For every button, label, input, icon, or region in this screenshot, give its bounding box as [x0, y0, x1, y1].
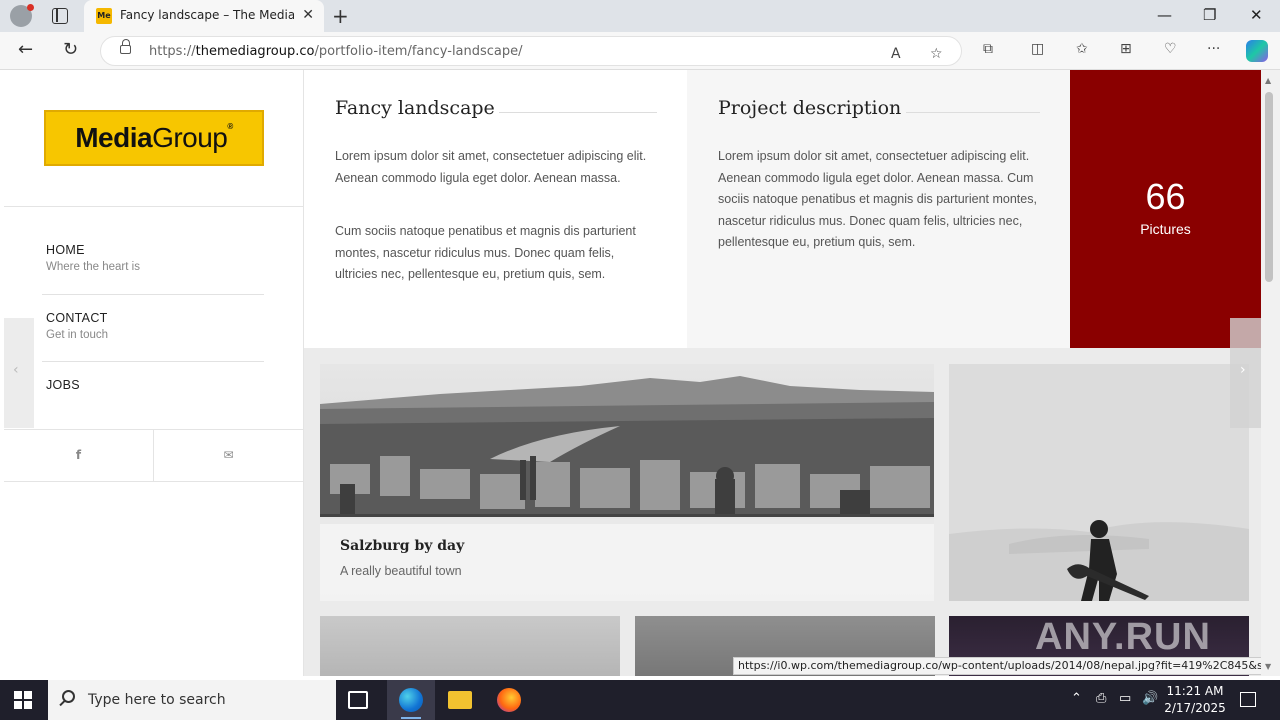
pictures-counter: 66 Pictures [1070, 70, 1261, 348]
url-path: /portfolio-item/fancy-landscape/ [314, 44, 523, 59]
tab-close-icon[interactable]: ✕ [302, 7, 314, 23]
new-tab-plus-icon[interactable]: + [332, 4, 349, 28]
profile-avatar-icon[interactable] [10, 4, 34, 27]
favorites-icon[interactable]: ✩ [1076, 41, 1088, 57]
mail-link[interactable]: ✉ [154, 430, 304, 482]
window-minimize-icon[interactable]: — [1157, 6, 1172, 24]
nav-item-label: JOBS [46, 378, 80, 392]
gallery-item-desert[interactable] [949, 364, 1249, 601]
gallery-caption: Salzburg by day A really beautiful town [320, 517, 934, 601]
gallery-prev-button[interactable]: ‹ [4, 318, 34, 428]
network-icon[interactable]: ▭ [1119, 691, 1131, 706]
desert-guitarist-photo [949, 364, 1249, 601]
search-icon [62, 690, 75, 703]
project-column: Fancy landscape Lorem ipsum dolor sit am… [304, 70, 687, 348]
clock-date: 2/17/2025 [1164, 701, 1226, 715]
sidebar-divider [4, 481, 304, 482]
gallery-item-salzburg[interactable]: Salzburg by day A really beautiful town [320, 364, 934, 601]
taskbar-clock[interactable]: 11:21 AM 2/17/2025 [1160, 683, 1230, 717]
tab-actions-icon[interactable] [52, 8, 68, 24]
file-explorer-icon[interactable] [448, 691, 472, 709]
url-domain: themediagroup.co [195, 44, 315, 59]
nav-item-subtitle: Where the heart is [46, 261, 140, 273]
edge-icon [399, 688, 423, 712]
read-aloud-icon[interactable]: A [891, 46, 901, 62]
volume-icon[interactable]: 🔊 [1142, 691, 1158, 706]
show-hidden-icons-chevron-icon[interactable]: ⌃ [1071, 691, 1082, 706]
scroll-up-icon[interactable]: ▲ [1265, 76, 1271, 85]
sidebar-divider [4, 206, 304, 207]
window-close-icon[interactable]: ✕ [1250, 6, 1263, 24]
page-scrollbar[interactable]: ▲ ▼ [1261, 70, 1280, 676]
gallery-item-thumb[interactable] [320, 616, 620, 676]
split-screen-icon[interactable]: ◫ [1031, 41, 1044, 57]
browser-essentials-icon[interactable]: ♡ [1164, 41, 1177, 57]
gallery-next-button[interactable]: › [1230, 318, 1261, 428]
browser-toolbar: ← ↻ https://themediagroup.co/portfolio-i… [0, 32, 1280, 70]
gallery-item-title: Salzburg by day [340, 538, 465, 554]
edge-taskbar-button[interactable] [387, 680, 435, 720]
nav-item-contact[interactable]: CONTACT Get in touch [46, 311, 266, 341]
firefox-icon[interactable] [497, 688, 521, 712]
site-sidebar: MediaGroup® HOME Where the heart is CONT… [4, 70, 304, 676]
title-rule [906, 112, 1040, 113]
favorite-star-icon[interactable]: ☆ [930, 46, 943, 62]
taskbar-search-input[interactable]: Type here to search [48, 680, 336, 720]
counter-value: 66 [1145, 176, 1186, 217]
logo-text-bold: Media [75, 122, 153, 153]
windows-taskbar: Type here to search ⌃ ⎙ ▭ 🔊 11:21 AM 2/1… [0, 680, 1280, 720]
project-paragraph: Lorem ipsum dolor sit amet, consectetuer… [335, 149, 647, 185]
nav-item-label: CONTACT [46, 311, 108, 325]
scrollbar-thumb[interactable] [1265, 92, 1273, 282]
notifications-icon[interactable] [1240, 692, 1256, 707]
description-title: Project description [718, 97, 902, 119]
refresh-icon[interactable]: ↻ [63, 39, 78, 60]
address-bar-input[interactable]: https://themediagroup.co/portfolio-item/… [100, 36, 962, 66]
facebook-link[interactable]: f [4, 430, 154, 482]
counter-label: Pictures [1140, 221, 1191, 237]
link-status-bar: https://i0.wp.com/themediagroup.co/wp-co… [733, 657, 1273, 675]
description-column: Project description Lorem ipsum dolor si… [687, 70, 1070, 348]
lock-icon[interactable] [120, 39, 131, 54]
project-title: Fancy landscape [335, 97, 495, 119]
url-text: https://themediagroup.co/portfolio-item/… [149, 44, 523, 59]
collections-icon[interactable]: ⊞ [1120, 41, 1132, 57]
mail-icon: ✉ [223, 448, 234, 462]
chevron-right-icon: › [1240, 362, 1246, 378]
task-view-icon[interactable] [348, 691, 368, 709]
logo-trademark: ® [227, 122, 233, 131]
logo-text-light: Group [152, 122, 228, 153]
browser-tab-bar: Me Fancy landscape – The Media Gro ✕ + —… [0, 0, 1280, 32]
nav-item-jobs[interactable]: JOBS [46, 378, 266, 392]
nav-item-home[interactable]: HOME Where the heart is [46, 243, 266, 273]
facebook-icon: f [75, 448, 82, 462]
mediagroup-logo[interactable]: MediaGroup® [44, 110, 264, 166]
back-arrow-icon[interactable]: ← [18, 39, 33, 60]
url-protocol: https:// [149, 44, 196, 59]
anyrun-watermark: ANY.RUN [1035, 616, 1211, 658]
logo-wordmark: MediaGroup® [46, 122, 262, 154]
title-rule [499, 112, 657, 113]
copilot-icon[interactable] [1246, 40, 1268, 62]
scroll-down-icon[interactable]: ▼ [1265, 662, 1271, 671]
browser-tab-active[interactable]: Me Fancy landscape – The Media Gro ✕ [84, 0, 324, 32]
more-menu-icon[interactable]: ··· [1207, 41, 1220, 57]
project-paragraph: Cum sociis natoque penatibus et magnis d… [335, 224, 636, 281]
gallery-item-subtitle: A really beautiful town [340, 564, 462, 578]
chevron-left-icon: ‹ [13, 362, 19, 378]
extensions-icon[interactable]: ⧉ [983, 41, 993, 57]
window-restore-icon[interactable]: ❐ [1203, 6, 1216, 24]
mediagroup-favicon-icon: Me [96, 8, 112, 24]
search-placeholder: Type here to search [88, 692, 226, 708]
nav-item-subtitle: Get in touch [46, 329, 109, 341]
description-paragraph: Lorem ipsum dolor sit amet, consectetuer… [718, 149, 1037, 249]
clock-time: 11:21 AM [1166, 684, 1224, 698]
web-page: MediaGroup® HOME Where the heart is CONT… [4, 70, 1261, 676]
nav-separator [42, 361, 264, 362]
windows-start-icon[interactable] [14, 691, 32, 709]
tab-title: Fancy landscape – The Media Gro [120, 8, 294, 22]
nav-separator [42, 294, 264, 295]
nav-item-label: HOME [46, 243, 85, 257]
tray-device-icon[interactable]: ⎙ [1096, 691, 1106, 706]
